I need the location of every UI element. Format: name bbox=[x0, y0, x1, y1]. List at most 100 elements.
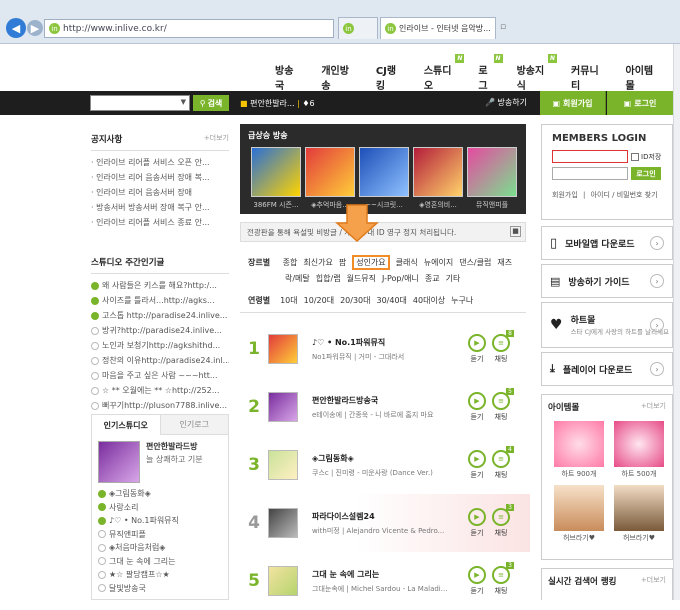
genre-item[interactable]: 뉴에이지 bbox=[424, 258, 453, 267]
list-item[interactable]: 달빛방송국 bbox=[98, 582, 228, 596]
genre-item[interactable]: J-Pop/애니 bbox=[382, 274, 419, 283]
join-button[interactable]: ▣ 회원가입 bbox=[540, 91, 606, 115]
genre-item[interactable]: 락/메탈 bbox=[285, 274, 310, 283]
login-submit-button[interactable]: 로그인 bbox=[631, 167, 661, 180]
menu-knowledge[interactable]: 방송지식 N bbox=[517, 54, 558, 92]
menu-personal[interactable]: 개인방송 bbox=[321, 62, 353, 92]
close-icon[interactable]: ■ bbox=[510, 226, 521, 237]
tab-active[interactable]: in 인라이브 - 인터넷 음악방... bbox=[380, 17, 496, 39]
menu-itemmall[interactable]: 아이템몰 bbox=[626, 62, 658, 92]
list-item[interactable]: ♪♡ • No.1파워뮤직 bbox=[98, 514, 228, 528]
table-row[interactable]: 4 파라다이스설렘24 with미정 | Alejandro Vicente & … bbox=[240, 494, 530, 552]
list-item[interactable]: 방귀?http://paradise24.inlive... bbox=[91, 323, 229, 338]
notice-more[interactable]: +더보기 bbox=[204, 133, 229, 145]
list-item[interactable]: 사이즈를 틀라서...http://agks... bbox=[91, 293, 229, 308]
list-item[interactable]: 노인과 보청기http://agkshithd... bbox=[91, 338, 229, 353]
search-input[interactable]: ▼ bbox=[90, 95, 190, 111]
list-item[interactable]: 사랑소리 bbox=[98, 501, 228, 515]
id-save-checkbox[interactable] bbox=[631, 152, 639, 161]
studio-thumbnail[interactable] bbox=[98, 441, 140, 483]
list-item[interactable]: 마음을 주고 싶은 사람 ~~~htt... bbox=[91, 368, 229, 383]
forward-icon[interactable]: ▶ bbox=[27, 20, 43, 36]
list-item[interactable]: 그대 눈 속에 그리는 bbox=[98, 555, 228, 569]
list-item[interactable]: ◈처음마음처럼◈ bbox=[98, 541, 228, 555]
list-item[interactable]: 정찬의 이유http://paradise24.inl... bbox=[91, 353, 229, 368]
rank-dot bbox=[91, 281, 99, 290]
menu-cj-ranking[interactable]: CJ랭킹 bbox=[376, 62, 402, 92]
table-row[interactable]: 1 ♪♡ • No.1파워뮤직 No1파워뮤직 | 거미 - 그대라서 ▶ 듣기 ≡… bbox=[240, 320, 530, 378]
rising-item[interactable]: 386FM 시즌... bbox=[251, 147, 301, 210]
menu-log[interactable]: 로그 N bbox=[478, 54, 503, 92]
login-button[interactable]: ▣ 로그인 bbox=[607, 91, 673, 115]
age-item[interactable]: 30/40대 bbox=[376, 296, 406, 305]
list-item[interactable]: · 방송서버 방송서버 장애 복구 안... bbox=[91, 200, 229, 215]
list-item[interactable]: ☆ ** 오월에는 ** ☆http://252... bbox=[91, 383, 229, 398]
lock-icon: ▣ bbox=[623, 98, 632, 108]
list-item[interactable]: 왜 사람들은 키스를 해요?http:/... bbox=[91, 278, 229, 293]
genre-item[interactable]: 힙합/랩 bbox=[316, 274, 341, 283]
join-link[interactable]: 회원가입 bbox=[552, 191, 578, 199]
menu-studio[interactable]: 스튜디오 N bbox=[424, 54, 465, 92]
id-field[interactable] bbox=[552, 150, 628, 163]
genre-item[interactable]: 재즈 bbox=[497, 258, 512, 267]
genre-item[interactable]: 월드뮤직 bbox=[347, 274, 376, 283]
list-item[interactable]: · 인라이브 리어플 서비스 종료 안... bbox=[91, 215, 229, 230]
tab-popular-studio[interactable]: 인기스튜디오 bbox=[92, 415, 160, 435]
genre-item[interactable]: 기타 bbox=[446, 274, 461, 283]
tab-popular-log[interactable]: 인기로그 bbox=[159, 415, 228, 435]
list-item[interactable]: · 인라이브 리어 음송서버 장애 bbox=[91, 185, 229, 200]
item-card[interactable]: 허브라기♥ bbox=[614, 485, 664, 543]
genre-label: 장르별 bbox=[248, 258, 271, 267]
list-item[interactable]: · 인라이브 리어 음송서버 장애 복... bbox=[91, 170, 229, 185]
back-icon[interactable]: ◀ bbox=[6, 18, 26, 38]
age-item[interactable]: 20/30대 bbox=[340, 296, 370, 305]
genre-item[interactable]: 종합 bbox=[283, 258, 298, 267]
rising-item[interactable]: ◈영혼의비... bbox=[413, 147, 463, 210]
broadcast-button[interactable]: 🎤 방송하기 bbox=[485, 97, 527, 108]
ticker[interactable]: ■ 편안한발라... | ♦6 bbox=[240, 98, 315, 109]
age-item[interactable]: 누구나 bbox=[451, 296, 473, 305]
genre-item[interactable]: 클래식 bbox=[396, 258, 418, 267]
rising-item[interactable]: ~~시크릿... bbox=[359, 147, 409, 210]
find-account-link[interactable]: 아이디 / 비밀번호 찾기 bbox=[591, 191, 658, 199]
scrollbar[interactable] bbox=[673, 44, 680, 600]
password-field[interactable] bbox=[552, 167, 628, 180]
genre-item-selected[interactable]: 성인가요 bbox=[352, 255, 390, 270]
list-item[interactable]: ★☆ 팔당캠프☆★ bbox=[98, 568, 228, 582]
featured-title[interactable]: 편안한발라드방 bbox=[146, 441, 203, 452]
rising-item[interactable]: ◈추억마음... bbox=[305, 147, 355, 210]
player-download-button[interactable]: ⤓ 플레이어 다운로드 › bbox=[541, 352, 673, 386]
genre-item[interactable]: 댄스/클럽 bbox=[459, 258, 491, 267]
age-item[interactable]: 40대이상 bbox=[413, 296, 445, 305]
menu-community[interactable]: 커뮤니티 bbox=[571, 62, 603, 92]
list-item[interactable]: · 인라이브 리어플 서비스 오픈 안... bbox=[91, 155, 229, 170]
table-row[interactable]: 2 편안한발라드방송국 e테이송에 | 간종욱 - 니 바르에 홈지 마요 ▶ 듣기… bbox=[240, 378, 530, 436]
mobile-app-button[interactable]: ▯ 모바일앱 다운로드 › bbox=[541, 226, 673, 260]
address-bar[interactable]: in http://www.inlive.co.kr/ bbox=[44, 19, 334, 38]
list-item[interactable]: 뻐꾸기http://pluson7788.inlive... bbox=[91, 398, 229, 413]
station-title: ♪♡ • No.1파워뮤직 bbox=[312, 337, 386, 347]
search-button[interactable]: ⚲ 검색 bbox=[193, 95, 229, 111]
rising-item[interactable]: 뮤직앤피플 bbox=[467, 147, 517, 210]
menu-station[interactable]: 방송국 bbox=[275, 62, 299, 92]
itemmall-more[interactable]: +더보기 bbox=[641, 401, 666, 413]
realtime-more[interactable]: +더보기 bbox=[641, 575, 666, 587]
list-item[interactable]: 뮤직앤피플 bbox=[98, 528, 228, 542]
new-badge: N bbox=[548, 54, 558, 63]
genre-item[interactable]: 팝 bbox=[339, 258, 346, 267]
age-item[interactable]: 10대 bbox=[280, 296, 298, 305]
heart-mall-button[interactable]: ♥ 하트몰 스타 CJ에게 사랑의 하트를 날리세요 › bbox=[541, 302, 673, 348]
item-card[interactable]: 하트 500개 bbox=[614, 421, 664, 479]
tab-home[interactable]: in bbox=[338, 17, 378, 39]
item-card[interactable]: 하트 900개 bbox=[554, 421, 604, 479]
list-item[interactable]: ◈그림동화◈ bbox=[98, 487, 228, 501]
table-row[interactable]: 5 그대 눈 속에 그리는 그대눈속에 | Michel Sardou - La … bbox=[240, 552, 530, 610]
broadcast-guide-button[interactable]: ▤ 방송하기 가이드 › bbox=[541, 264, 673, 298]
table-row[interactable]: 3 ◈그림동화◈ 쿠스c | 진미령 - 미운사랑 (Dance Ver.) ▶ 듣… bbox=[240, 436, 530, 494]
item-card[interactable]: 허브라기♥ bbox=[554, 485, 604, 543]
genre-item[interactable]: 종교 bbox=[425, 274, 440, 283]
age-item[interactable]: 10/20대 bbox=[304, 296, 334, 305]
genre-item[interactable]: 최신가요 bbox=[303, 258, 332, 267]
list-item[interactable]: 고스톱 http://paradise24.inlive... bbox=[91, 308, 229, 323]
new-tab-button[interactable]: ▫ bbox=[500, 22, 506, 32]
